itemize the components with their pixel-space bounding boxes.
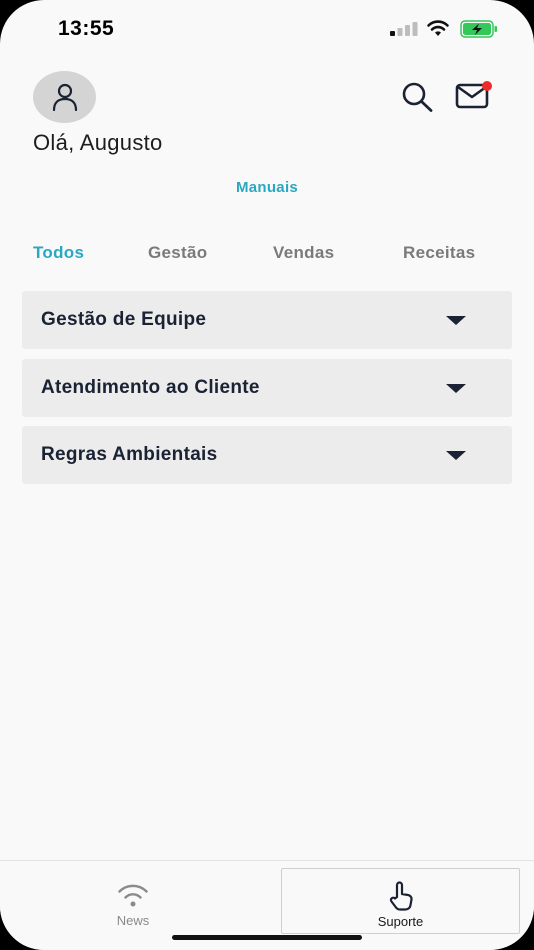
nav-item-suporte[interactable]: Suporte: [281, 868, 520, 934]
cellular-signal-icon: [390, 22, 418, 36]
accordion-label: Atendimento ao Cliente: [41, 377, 260, 398]
accordion-atendimento-ao-cliente[interactable]: Atendimento ao Cliente: [22, 359, 512, 417]
wifi-icon: [427, 20, 449, 36]
nav-label-news: News: [116, 913, 150, 928]
nav-label-suporte: Suporte: [377, 914, 424, 929]
accordion-label: Gestão de Equipe: [41, 309, 207, 330]
status-bar: 13:55: [0, 0, 534, 60]
greeting-text: Olá, Augusto: [33, 130, 163, 155]
search-icon[interactable]: [400, 81, 434, 113]
accordion-regras-ambientais[interactable]: Regras Ambientais: [22, 426, 512, 484]
chevron-down-icon: [446, 384, 466, 393]
avatar[interactable]: [33, 71, 96, 123]
battery-charging-icon: [460, 20, 497, 38]
chevron-down-icon: [446, 451, 466, 460]
accordion-gestao-de-equipe[interactable]: Gestão de Equipe: [22, 291, 512, 349]
tab-receitas[interactable]: Receitas: [403, 243, 475, 263]
category-tabs: Todos Gestão Vendas Receitas: [0, 243, 534, 267]
wifi-icon: [118, 884, 148, 907]
notification-dot: [482, 81, 492, 91]
tab-gestao[interactable]: Gestão: [148, 243, 207, 263]
accordion-label: Regras Ambientais: [41, 444, 218, 465]
home-indicator: [172, 935, 362, 940]
chevron-down-icon: [446, 316, 466, 325]
nav-item-news[interactable]: News: [20, 868, 246, 934]
user-icon: [52, 83, 77, 111]
status-time: 13:55: [58, 17, 115, 40]
tab-todos[interactable]: Todos: [33, 243, 84, 263]
app-screen: 13:55 Olá, Augusto Manuais Todos Gestão …: [0, 0, 534, 950]
tab-vendas[interactable]: Vendas: [273, 243, 334, 263]
hand-pointer-icon: [389, 881, 413, 911]
section-title: Manuais: [235, 179, 299, 196]
